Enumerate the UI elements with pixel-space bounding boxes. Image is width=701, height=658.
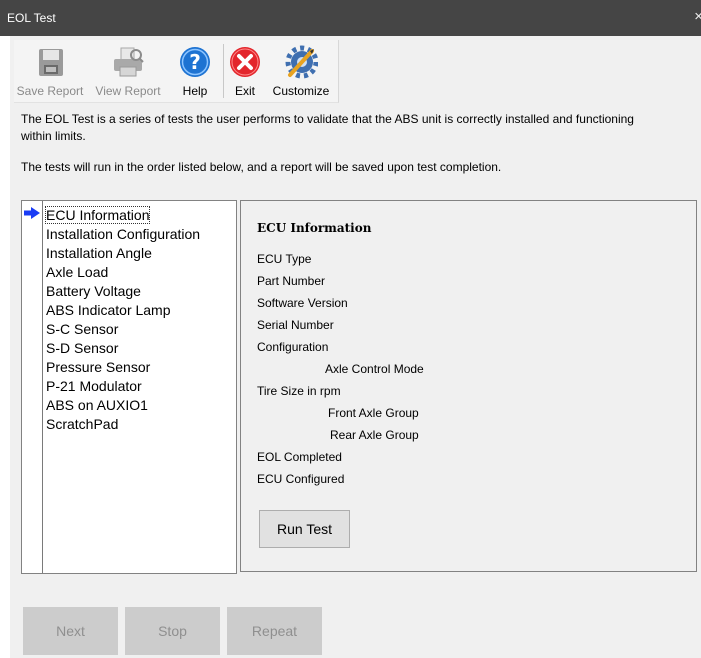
exit-button[interactable]: Exit — [226, 40, 264, 102]
customize-button[interactable]: Customize — [266, 40, 336, 102]
list-item-label: S-C Sensor — [46, 321, 119, 337]
list-item-label: Installation Configuration — [46, 226, 201, 242]
toolbar-separator — [223, 44, 224, 98]
exit-label: Exit — [234, 84, 255, 98]
list-item-label: Installation Angle — [46, 245, 152, 261]
list-item[interactable]: S-C Sensor — [46, 320, 200, 339]
window-title: EOL Test — [7, 11, 56, 25]
test-list[interactable]: ECU Information Installation Configurati… — [21, 200, 237, 574]
printer-icon — [114, 47, 144, 77]
list-item-label: Battery Voltage — [46, 283, 141, 299]
list-item[interactable]: Installation Angle — [46, 244, 200, 263]
next-button[interactable]: Next — [23, 607, 118, 655]
exit-icon — [230, 47, 260, 77]
axle-control-mode-label: Axle Control Mode — [325, 362, 424, 376]
ecu-type-label: ECU Type — [257, 252, 312, 266]
view-report-button[interactable]: View Report — [87, 40, 169, 102]
list-item[interactable]: ABS on AUXIO1 — [46, 396, 200, 415]
list-item[interactable]: ABS Indicator Lamp — [46, 301, 200, 320]
test-list-items: ECU Information Installation Configurati… — [44, 206, 200, 434]
list-item-label: ABS Indicator Lamp — [46, 302, 171, 318]
ecu-configured-label: ECU Configured — [257, 472, 345, 486]
help-icon: ? — [180, 47, 210, 77]
repeat-button[interactable]: Repeat — [227, 607, 322, 655]
list-item[interactable]: Battery Voltage — [46, 282, 200, 301]
customize-icon — [285, 45, 318, 79]
rear-axle-group-label: Rear Axle Group — [330, 428, 419, 442]
customize-label: Customize — [272, 84, 330, 98]
toolbar: Save Report View Report ? Help Exit Cust… — [14, 40, 339, 103]
description-line-1: The EOL Test is a series of tests the us… — [21, 112, 634, 126]
list-item[interactable]: ScratchPad — [46, 415, 200, 434]
left-border — [0, 36, 10, 658]
list-item[interactable]: Pressure Sensor — [46, 358, 200, 377]
list-item-label: Axle Load — [46, 264, 109, 280]
eol-completed-label: EOL Completed — [257, 450, 342, 464]
save-report-button[interactable]: Save Report — [14, 40, 86, 102]
detail-heading: ECU Information — [257, 221, 372, 235]
list-item-label: ABS on AUXIO1 — [46, 397, 148, 413]
configuration-label: Configuration — [257, 340, 329, 354]
list-item-label: S-D Sensor — [46, 340, 119, 356]
svg-text:?: ? — [189, 50, 201, 74]
list-item[interactable]: S-D Sensor — [46, 339, 200, 358]
list-gutter — [42, 201, 43, 573]
list-item-label: ECU Information — [44, 206, 151, 224]
close-icon[interactable]: × — [694, 8, 701, 25]
title-bar: EOL Test × — [0, 0, 701, 36]
list-item[interactable]: ECU Information — [44, 206, 200, 225]
list-item-label: Pressure Sensor — [46, 359, 151, 375]
list-item-label: ScratchPad — [46, 416, 119, 432]
description-line-3: The tests will run in the order listed b… — [21, 160, 502, 174]
save-report-label: Save Report — [16, 84, 84, 98]
part-number-label: Part Number — [257, 274, 326, 288]
serial-number-label: Serial Number — [257, 318, 334, 332]
description-line-2: within limits. — [21, 129, 86, 143]
help-label: Help — [182, 84, 208, 98]
ecu-information-panel: ECU Information ECU Type Part Number Sof… — [240, 200, 697, 572]
help-button[interactable]: ? Help — [171, 40, 219, 102]
front-axle-group-label: Front Axle Group — [328, 406, 419, 420]
current-test-arrow-icon — [24, 207, 40, 219]
list-item[interactable]: Axle Load — [46, 263, 200, 282]
tire-size-label: Tire Size in rpm — [257, 384, 341, 398]
list-item[interactable]: Installation Configuration — [46, 225, 200, 244]
run-test-button[interactable]: Run Test — [259, 510, 350, 548]
list-item[interactable]: P-21 Modulator — [46, 377, 200, 396]
stop-button[interactable]: Stop — [125, 607, 220, 655]
list-item-label: P-21 Modulator — [46, 378, 142, 394]
view-report-label: View Report — [95, 84, 161, 98]
software-version-label: Software Version — [257, 296, 348, 310]
floppy-icon — [39, 49, 63, 76]
